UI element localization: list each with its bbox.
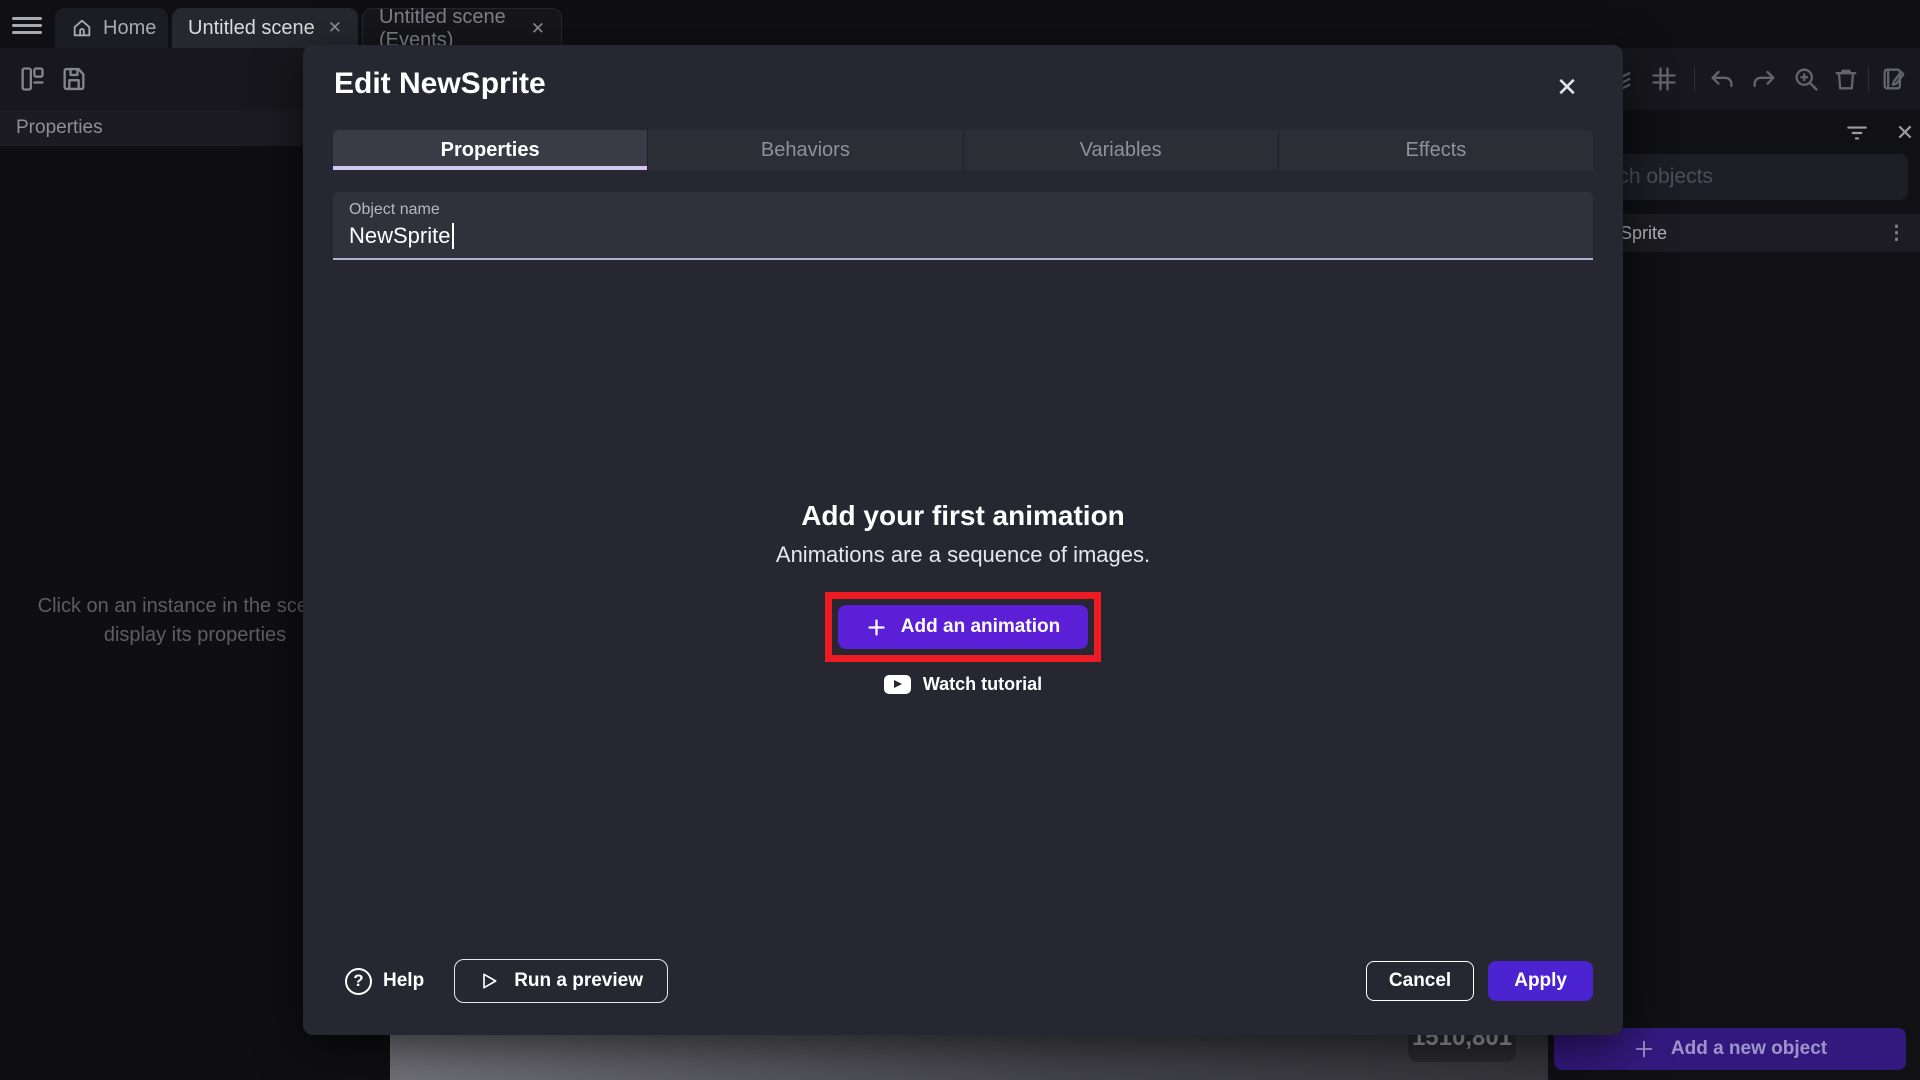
apply-button[interactable]: Apply xyxy=(1488,961,1593,1001)
empty-state-title: Add your first animation xyxy=(303,500,1623,532)
run-preview-label: Run a preview xyxy=(514,970,643,992)
undo-icon[interactable] xyxy=(1708,65,1736,93)
tab-untitled-scene-events[interactable]: Untitled scene (Events) ✕ xyxy=(362,8,562,48)
tab-behaviors[interactable]: Behaviors xyxy=(647,130,962,170)
text-caret xyxy=(452,223,454,249)
app-root: Home Untitled scene ✕ Untitled scene (Ev… xyxy=(0,0,1920,1080)
edit-object-dialog: Edit NewSprite ✕ Properties Behaviors Va… xyxy=(303,45,1623,1035)
trash-icon[interactable] xyxy=(1832,65,1860,93)
layout-panels-icon[interactable] xyxy=(18,65,46,93)
animation-empty-state: Add your first animation Animations are … xyxy=(303,500,1623,695)
highlight-rectangle: Add an animation xyxy=(825,592,1101,662)
main-menu-icon[interactable] xyxy=(12,13,42,35)
kebab-menu-icon[interactable]: ⋮ xyxy=(1887,222,1906,245)
object-name-field[interactable]: Object name NewSprite xyxy=(333,192,1593,260)
add-new-object-label: Add a new object xyxy=(1671,1038,1827,1060)
tab-variables[interactable]: Variables xyxy=(963,130,1278,170)
watch-tutorial-link[interactable]: Watch tutorial xyxy=(303,674,1623,695)
object-name-field-label: Object name xyxy=(349,201,1577,219)
zoom-in-icon[interactable] xyxy=(1792,65,1820,93)
close-icon[interactable]: ✕ xyxy=(531,19,545,39)
plus-icon xyxy=(866,617,887,638)
toolbar-divider xyxy=(1868,66,1869,92)
dialog-footer: ? Help Run a preview Cancel Apply xyxy=(345,959,1593,1003)
add-animation-label: Add an animation xyxy=(901,616,1060,638)
redo-icon[interactable] xyxy=(1750,65,1778,93)
tab-untitled-scene[interactable]: Untitled scene ✕ xyxy=(172,8,358,48)
tab-home-label: Home xyxy=(103,17,156,40)
dialog-title: Edit NewSprite xyxy=(334,67,546,101)
cancel-button[interactable]: Cancel xyxy=(1366,961,1474,1001)
toolbar-divider xyxy=(1694,66,1695,92)
run-preview-button[interactable]: Run a preview xyxy=(454,959,668,1003)
help-button[interactable]: ? Help xyxy=(345,968,424,995)
question-icon: ? xyxy=(345,968,372,995)
empty-state-subtitle: Animations are a sequence of images. xyxy=(303,542,1623,568)
youtube-icon xyxy=(884,675,911,694)
plus-icon xyxy=(1633,1038,1655,1060)
dialog-tabs: Properties Behaviors Variables Effects xyxy=(333,130,1593,170)
home-icon xyxy=(71,17,93,39)
play-icon xyxy=(479,971,499,991)
topbar: Home Untitled scene ✕ Untitled scene (Ev… xyxy=(0,0,1920,48)
close-panel-icon[interactable]: ✕ xyxy=(1892,120,1918,146)
close-icon[interactable]: ✕ xyxy=(328,18,342,38)
watch-tutorial-label: Watch tutorial xyxy=(923,674,1042,695)
add-animation-button[interactable]: Add an animation xyxy=(838,605,1088,649)
save-icon[interactable] xyxy=(60,65,88,93)
tab-scene-label: Untitled scene xyxy=(188,17,315,40)
help-label: Help xyxy=(383,970,424,992)
tab-properties[interactable]: Properties xyxy=(333,130,647,170)
tab-effects[interactable]: Effects xyxy=(1278,130,1593,170)
edit-scene-icon[interactable] xyxy=(1880,65,1908,93)
grid-icon[interactable] xyxy=(1650,65,1678,93)
filter-icon[interactable] xyxy=(1844,120,1870,146)
dialog-close-icon[interactable]: ✕ xyxy=(1553,73,1581,101)
tab-home[interactable]: Home xyxy=(55,8,168,48)
object-name-field-value: NewSprite xyxy=(349,223,450,249)
